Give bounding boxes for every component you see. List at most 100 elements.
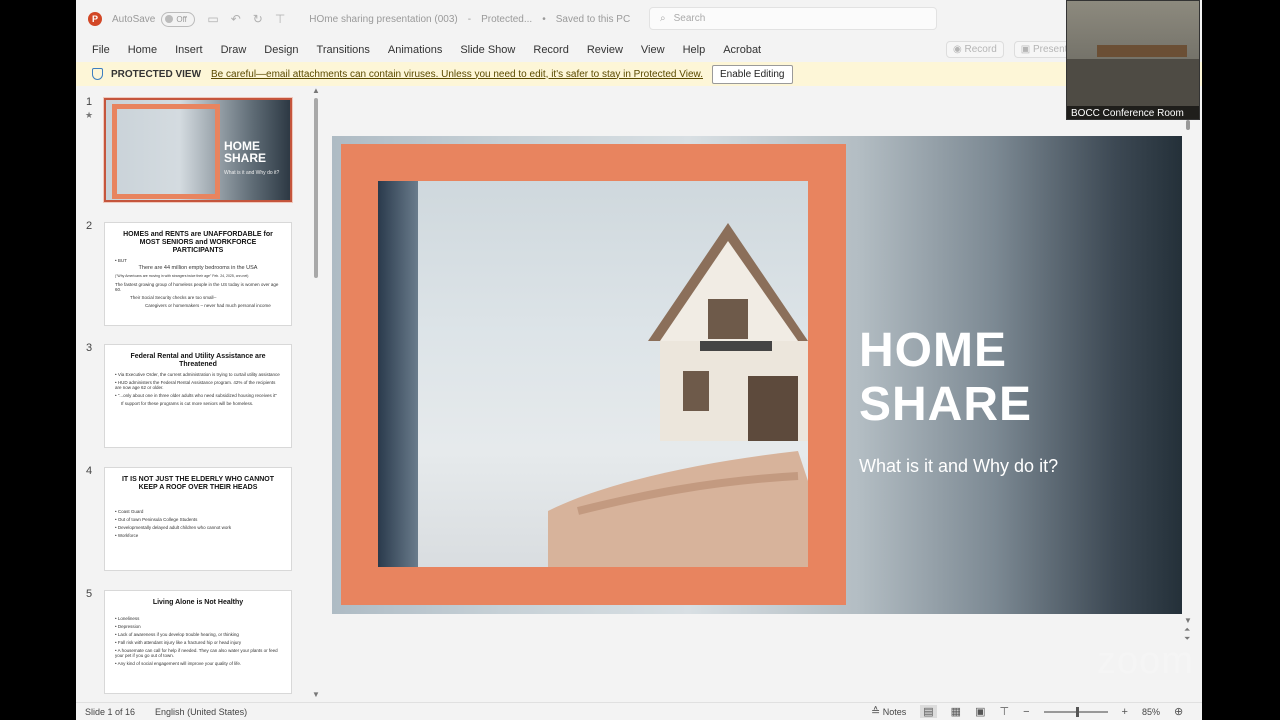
notes-icon: ≙ [871, 706, 881, 718]
thumbnail-line: • Lack of awareness if you develop troub… [115, 632, 239, 637]
tab-design[interactable]: Design [255, 44, 307, 56]
normal-view-icon[interactable]: ▤ [920, 705, 937, 718]
tab-acrobat[interactable]: Acrobat [714, 44, 770, 56]
thumbnail-number: 4 [86, 465, 93, 477]
right-black-border [1202, 0, 1280, 720]
scroll-up-arrow-icon[interactable]: ▲ [312, 86, 320, 95]
slide-thumbnail-5[interactable]: Living Alone is Not Healthy • Loneliness… [104, 590, 292, 694]
previous-slide-icon[interactable]: ⏶ [1184, 625, 1192, 634]
thumbnail-title: HOME SHARE [224, 140, 266, 164]
slide-title-line: HOME [859, 324, 1007, 377]
saved-status: Saved to this PC [555, 13, 631, 25]
zoom-level[interactable]: 85% [1142, 707, 1160, 717]
thumbnail-title: HOMES and RENTS are UNAFFORDABLE for MOS… [123, 231, 273, 254]
slide-scrollbar[interactable] [1184, 120, 1192, 660]
zoom-in-icon[interactable]: + [1122, 706, 1128, 718]
thumbnail-line: • "...only about one in three older adul… [115, 393, 277, 398]
thumbnail-line: If support for these programs is cut mor… [121, 401, 254, 406]
zoom-slider[interactable] [1043, 706, 1108, 717]
thumbnail-line: • Fall risk with attendant injury like a… [115, 640, 242, 645]
autosave-label: AutoSave [112, 13, 156, 25]
thumbnail-number: 5 [86, 588, 93, 600]
tab-insert[interactable]: Insert [166, 44, 212, 56]
redo-icon[interactable]: ↻ [253, 12, 263, 26]
slide-nav-arrows: ▼ ⏶ ⏷ [1184, 616, 1192, 643]
thumbnail-spacer [105, 492, 291, 506]
zoom-slider-knob[interactable] [1075, 706, 1079, 717]
thumbnail-title: IT IS NOT JUST THE ELDERLY WHO CANNOT KE… [121, 476, 275, 491]
slide-sorter-icon[interactable]: ▦ [951, 705, 961, 718]
thumbnail-title: Living Alone is Not Healthy [152, 599, 244, 606]
slide-title[interactable]: HOME SHARE [859, 324, 1032, 432]
tab-file[interactable]: File [76, 44, 119, 56]
tab-review[interactable]: Review [578, 44, 632, 56]
thumbnail-frame [112, 104, 220, 199]
customize-toolbar-icon[interactable]: ⊤ [275, 12, 285, 26]
scrollbar-thumb[interactable] [1186, 120, 1190, 130]
tab-animations[interactable]: Animations [379, 44, 451, 56]
scrollbar-thumb[interactable] [314, 98, 318, 278]
autosave-toggle[interactable]: Off [161, 11, 196, 27]
slide-thumbnail-4[interactable]: IT IS NOT JUST THE ELDERLY WHO CANNOT KE… [104, 467, 292, 571]
tab-home[interactable]: Home [119, 44, 166, 56]
slide-thumbnail-3[interactable]: Federal Rental and Utility Assistance ar… [104, 344, 292, 448]
thumbnail-line: • Developmentally delayed adult children… [115, 525, 232, 530]
current-slide[interactable]: HOME SHARE What is it and Why do it? [332, 136, 1182, 614]
shield-icon [92, 68, 103, 80]
house-balcony [700, 341, 772, 351]
toggle-knob [165, 15, 174, 23]
slide-counter: Slide 1 of 16 [85, 706, 136, 717]
autosave-state: Off [176, 14, 187, 24]
record-label: Record [964, 44, 997, 55]
scroll-down-arrow-icon[interactable]: ▼ [312, 690, 320, 699]
tab-transitions[interactable]: Transitions [308, 44, 379, 56]
thumbnail-line: • Coast Guard [115, 509, 144, 514]
thumbnail-line: • Loneliness [115, 616, 140, 621]
house-window-left [683, 371, 709, 411]
save-icon[interactable]: ▭ [207, 12, 218, 26]
thumbnail-line: • Out of town Peninsula College Students [115, 517, 198, 522]
video-participant-label: BOCC Conference Room [1067, 106, 1199, 119]
video-feed[interactable]: BOCC Conference Room [1066, 0, 1200, 120]
thumbnail-line: Their Social Security checks are too sma… [130, 295, 217, 300]
title-separator: • [542, 13, 546, 25]
scroll-down-arrow-icon[interactable]: ▼ [1184, 616, 1192, 625]
protected-view-message[interactable]: Be careful—email attachments can contain… [211, 69, 703, 80]
protected-view-label: PROTECTED VIEW [111, 68, 202, 80]
slide-thumbnail-1[interactable]: HOME SHARE What is it and Why do it? [104, 98, 292, 202]
thumbnail-line: • BUT [115, 258, 127, 263]
thumbnail-line: Caregivers or homemakers – never had muc… [145, 303, 271, 308]
zoom-out-icon[interactable]: − [1023, 706, 1029, 718]
tab-view[interactable]: View [632, 44, 674, 56]
tab-help[interactable]: Help [674, 44, 715, 56]
search-box[interactable]: ⌕ Search [649, 7, 937, 30]
thumbnail-line: There are 44 million empty bedrooms in t… [138, 265, 258, 271]
slide-thumbnail-2[interactable]: HOMES and RENTS are UNAFFORDABLE for MOS… [104, 222, 292, 326]
left-black-border [0, 0, 76, 720]
tab-draw[interactable]: Draw [212, 44, 256, 56]
language-indicator[interactable]: English (United States) [155, 707, 247, 717]
fit-to-window-icon[interactable]: ⊕ [1174, 705, 1183, 718]
thumbnail-line: • A housemate can call for help if neede… [115, 648, 278, 658]
title-bar: P AutoSave Off ▭ ↶ ↻ ⊤ HOme sharing pres… [76, 0, 1202, 38]
house-illustration [548, 223, 808, 567]
search-placeholder: Search [673, 13, 706, 24]
slide-subtitle[interactable]: What is it and Why do it? [859, 456, 1058, 477]
thumbnail-scrollbar[interactable]: ▲ ▼ [312, 86, 320, 702]
reading-view-icon[interactable]: ▣ [975, 705, 985, 718]
notes-button[interactable]: ≙ Notes [871, 705, 906, 718]
slide-editor: HOME SHARE What is it and Why do it? ▼ ⏶… [324, 86, 1194, 702]
thumbnail-subtitle: What is it and Why do it? [224, 170, 280, 176]
tab-record[interactable]: Record [524, 44, 577, 56]
record-button[interactable]: ◉ Record [946, 41, 1004, 58]
thumbnail-line: • HUD administers the Federal Rental Ass… [115, 380, 276, 390]
undo-icon[interactable]: ↶ [231, 12, 241, 26]
slide-show-icon[interactable]: ⊤ [999, 705, 1009, 718]
thumbnail-number: 2 [86, 220, 93, 232]
tab-slide-show[interactable]: Slide Show [451, 44, 524, 56]
powerpoint-window: P AutoSave Off ▭ ↶ ↻ ⊤ HOme sharing pres… [76, 0, 1202, 720]
enable-editing-button[interactable]: Enable Editing [712, 64, 793, 84]
house-door [748, 376, 798, 441]
protected-status: Protected... [481, 13, 533, 25]
house-in-hand-photo [378, 181, 808, 567]
